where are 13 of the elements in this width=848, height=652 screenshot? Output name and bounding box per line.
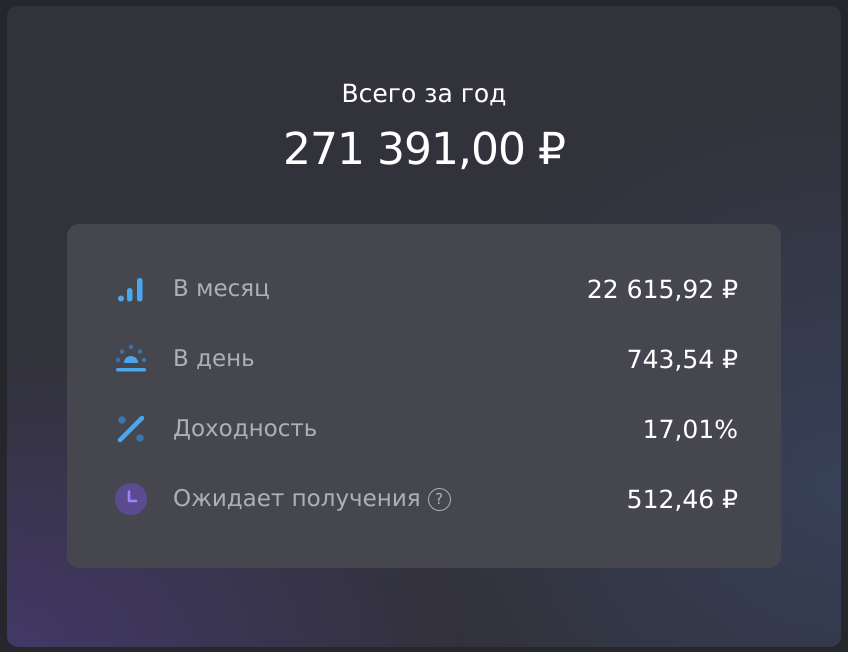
clock-icon: [115, 483, 147, 515]
stat-value: 22 615,92 ₽: [586, 274, 738, 304]
stat-value: 512,46 ₽: [626, 484, 738, 514]
total-amount: 271 391,00 ₽: [283, 123, 565, 177]
percent-icon: [115, 413, 147, 445]
stat-label: В месяц: [173, 276, 270, 302]
stat-label: Доходность: [173, 416, 318, 442]
stat-label: В день: [173, 346, 255, 372]
stat-value: 743,54 ₽: [626, 344, 738, 374]
stat-label: Ожидает получения: [173, 486, 421, 512]
stat-value: 17,01%: [642, 414, 738, 444]
summary-title: Всего за год: [342, 79, 506, 109]
help-button[interactable]: ?: [428, 488, 451, 510]
